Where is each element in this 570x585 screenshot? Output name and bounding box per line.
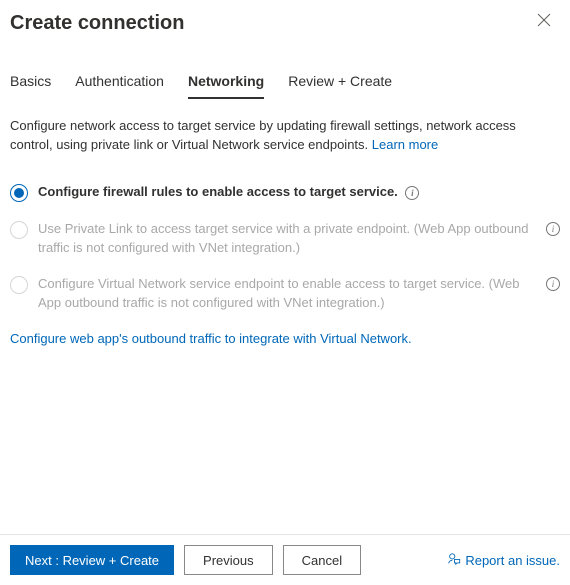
close-button[interactable]	[534, 12, 554, 32]
report-label: Report an issue.	[465, 553, 560, 568]
close-icon	[537, 13, 551, 32]
tab-basics[interactable]: Basics	[10, 67, 51, 99]
vnet-integrate-link[interactable]: Configure web app's outbound traffic to …	[10, 331, 560, 346]
footer: Next : Review + Create Previous Cancel R…	[0, 535, 570, 585]
tab-authentication[interactable]: Authentication	[75, 67, 164, 99]
option-firewall[interactable]: Configure firewall rules to enable acces…	[10, 183, 560, 202]
previous-button[interactable]: Previous	[184, 545, 273, 575]
info-icon[interactable]: i	[546, 277, 560, 291]
tab-networking[interactable]: Networking	[188, 67, 264, 99]
option-label: Configure Virtual Network service endpoi…	[38, 275, 536, 313]
page-title: Create connection	[10, 12, 184, 35]
info-icon[interactable]: i	[546, 222, 560, 236]
tab-review-create[interactable]: Review + Create	[288, 67, 392, 99]
option-private-link: Use Private Link to access target servic…	[10, 220, 560, 258]
option-label: Use Private Link to access target servic…	[38, 220, 536, 258]
next-button[interactable]: Next : Review + Create	[10, 545, 174, 575]
radio-icon[interactable]	[10, 184, 28, 202]
radio-icon	[10, 221, 28, 239]
info-icon[interactable]: i	[405, 186, 419, 200]
learn-more-link[interactable]: Learn more	[372, 137, 438, 152]
option-service-endpoint: Configure Virtual Network service endpoi…	[10, 275, 560, 313]
report-issue-link[interactable]: Report an issue.	[447, 552, 560, 569]
option-label: Configure firewall rules to enable acces…	[38, 183, 560, 202]
feedback-icon	[447, 552, 461, 569]
tab-bar: Basics Authentication Networking Review …	[0, 43, 570, 99]
description-text: Configure network access to target servi…	[10, 117, 560, 155]
radio-icon	[10, 276, 28, 294]
network-options: Configure firewall rules to enable acces…	[10, 183, 560, 313]
cancel-button[interactable]: Cancel	[283, 545, 361, 575]
